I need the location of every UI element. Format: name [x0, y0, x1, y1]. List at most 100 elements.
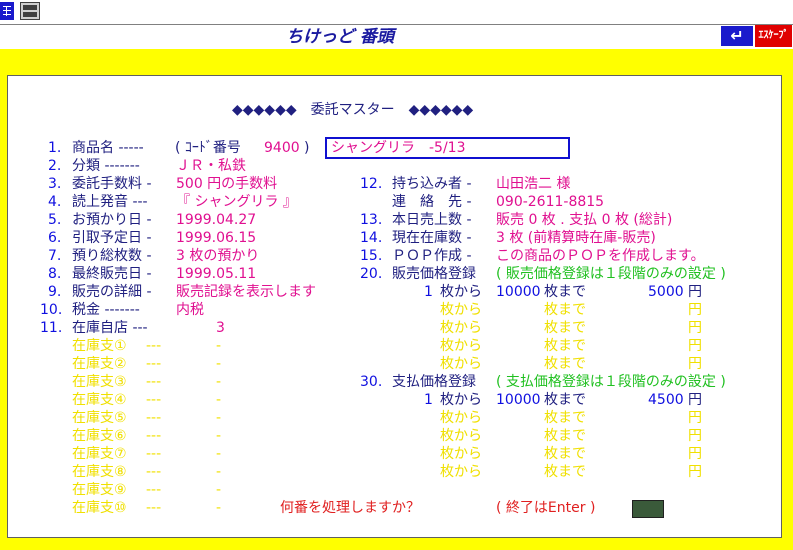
field-8-label[interactable]: 最終販売日 -	[72, 265, 152, 283]
price-to-unit: 枚まで	[544, 338, 586, 354]
menu-bar	[0, 0, 793, 25]
code-close: )	[304, 140, 310, 156]
field-10-label[interactable]: 税金 -------	[72, 301, 140, 319]
price-from-unit: 枚から	[440, 428, 482, 444]
field-6-label[interactable]: 引取予定日 -	[72, 229, 152, 247]
code-value: 9400	[264, 140, 300, 156]
branch-dash: ---	[146, 428, 162, 444]
branch-label: 在庫支③	[72, 374, 127, 390]
prompt-question: 何番を処理しますか？	[280, 500, 420, 516]
field-13-number: 13.	[360, 212, 383, 228]
field-2-value: ＪＲ・私鉄	[176, 158, 246, 174]
field-10-number: 10.	[40, 302, 63, 318]
price-from-unit: 枚から	[440, 392, 482, 408]
price-to-unit: 枚まで	[544, 446, 586, 462]
code-label: ( ｺｰﾄﾞ番号	[175, 140, 241, 156]
branch-label: 在庫支⑥	[72, 428, 127, 444]
product-name-input[interactable]: シャングリラ -5/13	[325, 137, 570, 159]
layout-icon[interactable]	[20, 2, 40, 20]
branch-label: 在庫支④	[72, 392, 127, 408]
field-11-label[interactable]: 在庫自店 ---	[72, 319, 148, 337]
branch-value: -	[216, 338, 222, 354]
field-15-label[interactable]: ＰＯＰ作成 -	[392, 247, 472, 265]
field-5-number: 5.	[48, 212, 62, 228]
price-yen: 円	[688, 356, 702, 372]
field-12-number: 12.	[360, 176, 383, 192]
back-button[interactable]: ↵	[720, 25, 754, 47]
field-6-value: 1999.06.15	[176, 230, 257, 246]
product-name-value: シャングリラ -5/13	[331, 140, 466, 156]
field-5-value: 1999.04.27	[176, 212, 257, 228]
field-9-label[interactable]: 販売の詳細 -	[72, 283, 152, 301]
field-8-value: 1999.05.11	[176, 266, 257, 282]
field-4-value: 『 シャングリラ 』	[176, 194, 297, 210]
field-30-label[interactable]: 支払価格登録	[392, 373, 476, 391]
price-yen: 円	[688, 284, 702, 300]
price-yen: 円	[688, 392, 702, 408]
field-11-number: 11.	[40, 320, 63, 336]
field-14-number: 14.	[360, 230, 383, 246]
field-3-label[interactable]: 委託手数料 -	[72, 175, 152, 193]
branch-value: -	[216, 428, 222, 444]
field-12-label[interactable]: 持ち込み者 -	[392, 175, 472, 193]
branch-dash: ---	[146, 338, 162, 354]
field-13-label[interactable]: 本日売上数 -	[392, 211, 472, 229]
field-3-number: 3.	[48, 176, 62, 192]
price-from: 1	[424, 284, 433, 300]
branch-value: -	[216, 500, 222, 516]
branch-dash: ---	[146, 374, 162, 390]
branch-value: -	[216, 464, 222, 480]
field-6-number: 6.	[48, 230, 62, 246]
field-4-label[interactable]: 読上発音 ---	[72, 193, 148, 211]
price-yen: 円	[688, 302, 702, 318]
branch-label: 在庫支⑧	[72, 464, 127, 480]
command-input[interactable]	[632, 500, 664, 518]
branch-label: 在庫支⑦	[72, 446, 127, 462]
price-value: 5000	[648, 284, 684, 300]
prompt-hint: ( 終了はEnter )	[496, 500, 596, 516]
title-band: ちけっど 番頭	[0, 25, 793, 49]
field-9-value: 販売記録を表示します	[176, 284, 316, 300]
field-7-label[interactable]: 預り総枚数 -	[72, 247, 152, 265]
price-from-unit: 枚から	[440, 446, 482, 462]
field-30-number: 30.	[360, 374, 383, 390]
field-1-label[interactable]: 商品名 -----	[72, 139, 144, 157]
price-yen: 円	[688, 410, 702, 426]
field-7-value: 3 枚の預かり	[176, 248, 260, 264]
field-10-value: 内税	[176, 302, 204, 318]
grid-icon[interactable]	[0, 2, 14, 20]
price-yen: 円	[688, 464, 702, 480]
field-15-value: この商品のＰＯＰを作成します。	[496, 248, 705, 264]
price-from-unit: 枚から	[440, 464, 482, 480]
price-value: 4500	[648, 392, 684, 408]
price-to-unit: 枚まで	[544, 410, 586, 426]
field-30-note: ( 支払価格登録は１段階のみの設定 )	[496, 374, 726, 390]
branch-label: 在庫支①	[72, 338, 127, 354]
branch-value: -	[216, 356, 222, 372]
price-to-unit: 枚まで	[544, 284, 586, 300]
price-from-unit: 枚から	[440, 302, 482, 318]
contact-label: 連 絡 先 -	[392, 194, 472, 210]
field-1-number: 1.	[48, 140, 62, 156]
field-2-label[interactable]: 分類 -------	[72, 157, 140, 175]
field-14-label[interactable]: 現在在庫数 -	[392, 229, 472, 247]
price-to-unit: 枚まで	[544, 464, 586, 480]
page-title: ◆◆◆◆◆◆ 委託マスター ◆◆◆◆◆◆	[232, 102, 474, 118]
price-yen: 円	[688, 320, 702, 336]
branch-dash: ---	[146, 500, 162, 516]
field-2-number: 2.	[48, 158, 62, 174]
price-yen: 円	[688, 338, 702, 354]
branch-dash: ---	[146, 410, 162, 426]
escape-button[interactable]: ｴｽｹｰﾌﾟ	[755, 25, 792, 47]
field-7-number: 7.	[48, 248, 62, 264]
price-to: 10000	[496, 284, 541, 300]
field-4-number: 4.	[48, 194, 62, 210]
field-8-number: 8.	[48, 266, 62, 282]
field-5-label[interactable]: お預かり日 -	[72, 211, 152, 229]
field-9-number: 9.	[48, 284, 62, 300]
field-20-label[interactable]: 販売価格登録	[392, 265, 476, 283]
branch-label: 在庫支⑤	[72, 410, 127, 426]
field-20-note: ( 販売価格登録は１段階のみの設定 )	[496, 266, 726, 282]
field-15-number: 15.	[360, 248, 383, 264]
field-20-number: 20.	[360, 266, 383, 282]
